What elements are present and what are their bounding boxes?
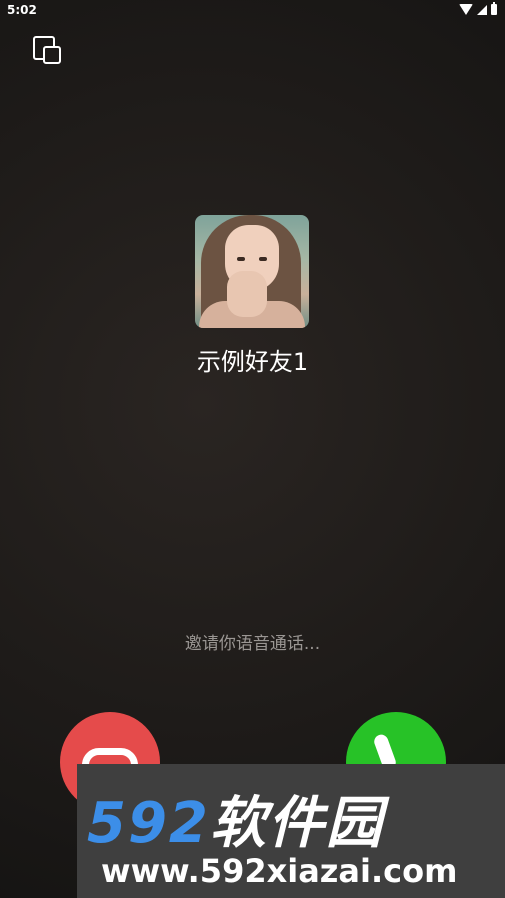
watermark-title: 592软件园: [87, 791, 384, 856]
caller-name: 示例好友1: [196, 348, 309, 376]
status-bar: 5:02: [0, 0, 505, 22]
watermark-url: www.592xiazai.com: [101, 852, 458, 890]
caller-avatar: [195, 215, 309, 328]
signal-icon: [477, 4, 487, 15]
incoming-call-screen: 5:02 示例好友1 邀请你语音通话... 592软件园 www.592xiaz…: [0, 0, 505, 898]
picture-in-picture-icon[interactable]: [30, 33, 64, 67]
status-icons: [459, 2, 497, 15]
battery-icon: [491, 2, 497, 15]
wifi-icon: [459, 4, 473, 15]
call-status-text: 邀请你语音通话...: [184, 634, 321, 654]
status-time: 5:02: [7, 3, 37, 17]
watermark: 592软件园 www.592xiazai.com: [77, 764, 505, 898]
